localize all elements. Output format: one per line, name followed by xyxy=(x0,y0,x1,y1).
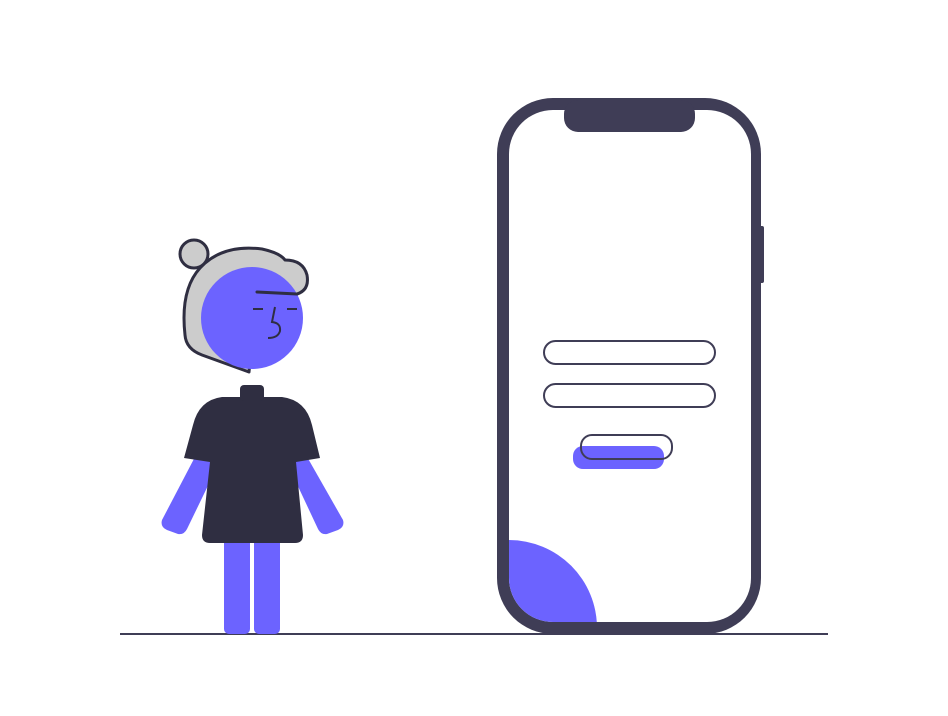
face xyxy=(201,267,303,369)
phone-screen xyxy=(509,110,751,622)
right-leg xyxy=(254,530,280,634)
hair-bun xyxy=(178,238,210,270)
person xyxy=(161,238,344,634)
login-illustration xyxy=(120,98,828,635)
username-field[interactable] xyxy=(543,340,716,365)
left-leg xyxy=(224,530,250,634)
neck xyxy=(240,385,264,401)
smartphone xyxy=(497,98,764,634)
phone-notch xyxy=(564,100,695,132)
fringe xyxy=(255,290,299,296)
password-field[interactable] xyxy=(543,383,716,408)
